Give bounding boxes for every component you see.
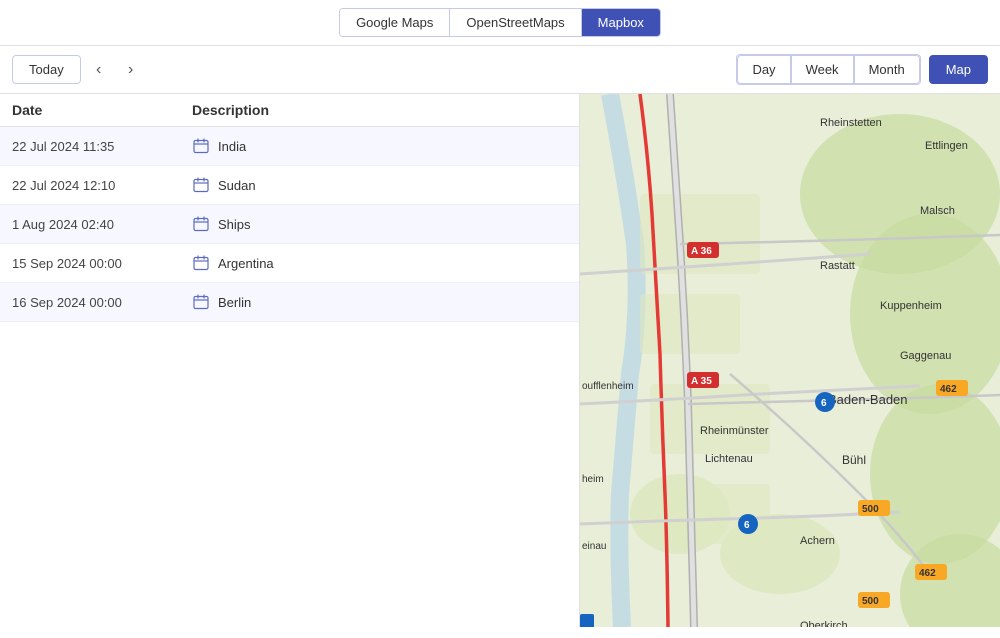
col-desc-header: Description (192, 102, 567, 118)
calendar-icon (192, 176, 210, 194)
row-desc: Argentina (192, 254, 567, 272)
svg-text:Rastatt: Rastatt (820, 260, 855, 272)
list-item[interactable]: 15 Sep 2024 00:00 Argentina (0, 244, 579, 283)
next-button[interactable]: › (117, 56, 145, 84)
svg-text:500: 500 (862, 596, 879, 607)
row-description: Sudan (218, 178, 256, 193)
tab-openstreetmaps[interactable]: OpenStreetMaps (450, 9, 581, 36)
svg-text:500: 500 (862, 504, 879, 515)
map-panel[interactable]: Rheinstetten Ettlingen Malsch Rastatt Ku… (580, 94, 1000, 627)
svg-text:462: 462 (919, 568, 936, 579)
view-tab-group: Day Week Month (736, 54, 920, 85)
svg-text:6: 6 (744, 520, 750, 531)
toolbar: Today ‹ › Day Week Month Map (0, 46, 1000, 94)
row-date: 22 Jul 2024 12:10 (12, 178, 192, 193)
view-tab-day[interactable]: Day (737, 55, 790, 84)
svg-text:Ettlingen: Ettlingen (925, 140, 968, 152)
main-content: Date Description 22 Jul 2024 11:35 India… (0, 94, 1000, 627)
prev-button[interactable]: ‹ (85, 56, 113, 84)
toolbar-right: Day Week Month Map (736, 54, 988, 85)
view-tab-month[interactable]: Month (854, 55, 920, 84)
tab-mapbox[interactable]: Mapbox (582, 9, 660, 36)
calendar-icon (192, 215, 210, 233)
col-date-header: Date (12, 102, 192, 118)
row-description: Argentina (218, 256, 274, 271)
calendar-icon (192, 254, 210, 272)
map-provider-tabs: Google Maps OpenStreetMaps Mapbox (339, 8, 661, 37)
list-panel: Date Description 22 Jul 2024 11:35 India… (0, 94, 580, 627)
svg-text:Lichtenau: Lichtenau (705, 453, 753, 465)
svg-text:462: 462 (940, 384, 957, 395)
view-tab-week[interactable]: Week (791, 55, 854, 84)
svg-text:Rheinmünster: Rheinmünster (700, 425, 769, 437)
row-date: 15 Sep 2024 00:00 (12, 256, 192, 271)
list-item[interactable]: 22 Jul 2024 11:35 India (0, 127, 579, 166)
list-item[interactable]: 16 Sep 2024 00:00 Berlin (0, 283, 579, 322)
row-description: Berlin (218, 295, 251, 310)
svg-text:6: 6 (821, 398, 827, 409)
list-item[interactable]: 22 Jul 2024 12:10 Sudan (0, 166, 579, 205)
row-desc: Ships (192, 215, 567, 233)
list-header: Date Description (0, 94, 579, 127)
list-item[interactable]: 1 Aug 2024 02:40 Ships (0, 205, 579, 244)
svg-text:Bühl: Bühl (842, 453, 866, 467)
svg-text:A 36: A 36 (691, 246, 712, 257)
svg-text:Kuppenheim: Kuppenheim (880, 300, 942, 312)
calendar-icon (192, 293, 210, 311)
svg-text:einau: einau (582, 541, 606, 552)
map-provider-bar: Google Maps OpenStreetMaps Mapbox (0, 0, 1000, 46)
svg-text:A 35: A 35 (691, 376, 712, 387)
svg-text:Malsch: Malsch (920, 205, 955, 217)
row-description: India (218, 139, 246, 154)
row-desc: Sudan (192, 176, 567, 194)
svg-text:Baden-Baden: Baden-Baden (828, 392, 908, 407)
svg-text:oufflenheim: oufflenheim (582, 381, 634, 392)
toolbar-left: Today ‹ › (12, 55, 145, 84)
row-date: 22 Jul 2024 11:35 (12, 139, 192, 154)
tab-google-maps[interactable]: Google Maps (340, 9, 450, 36)
map-button[interactable]: Map (929, 55, 988, 84)
svg-text:Gaggenau: Gaggenau (900, 350, 951, 362)
map-svg: Rheinstetten Ettlingen Malsch Rastatt Ku… (580, 94, 1000, 627)
calendar-icon (192, 137, 210, 155)
today-button[interactable]: Today (12, 55, 81, 84)
row-date: 1 Aug 2024 02:40 (12, 217, 192, 232)
svg-text:heim: heim (582, 474, 604, 485)
row-description: Ships (218, 217, 251, 232)
svg-text:Rheinstetten: Rheinstetten (820, 117, 882, 129)
row-desc: India (192, 137, 567, 155)
row-date: 16 Sep 2024 00:00 (12, 295, 192, 310)
svg-text:Achern: Achern (800, 535, 835, 547)
svg-text:Oberkirch: Oberkirch (800, 620, 848, 627)
row-desc: Berlin (192, 293, 567, 311)
